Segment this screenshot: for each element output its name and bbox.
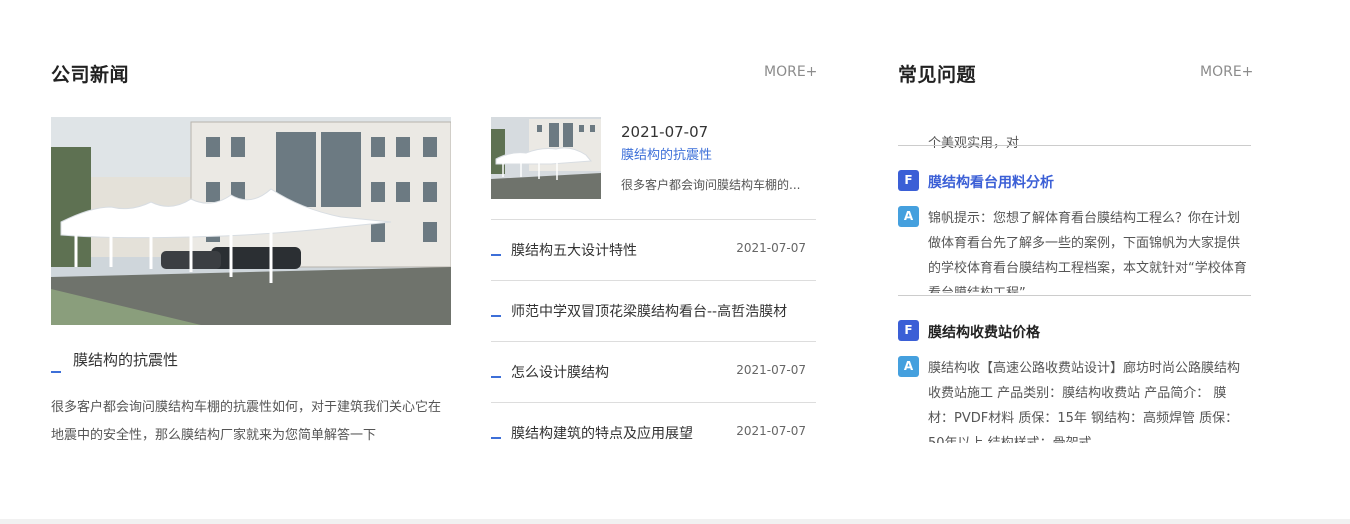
question-badge: F xyxy=(898,170,919,191)
top-news-date: 2021-07-07 xyxy=(621,123,709,141)
faq-question-text[interactable]: 膜结构看台用料分析 xyxy=(928,172,1054,192)
news-item-title[interactable]: 膜结构建筑的特点及应用展望 xyxy=(511,423,693,443)
faq-answer: A 膜结构收【高速公路收费站设计】廊坊时尚公路膜结构收费站施工 产品类别：膜结构… xyxy=(898,356,1251,443)
faq-more-link[interactable]: MORE+ xyxy=(1200,64,1253,80)
faq-section-title: 常见问题 xyxy=(898,64,977,86)
news-section-title: 公司新闻 xyxy=(51,64,130,86)
footer-divider xyxy=(0,519,1350,524)
top-news-summary: 很多客户都会询问膜结构车棚的... xyxy=(621,178,801,192)
faq-divider xyxy=(898,145,1251,146)
news-item-date: 2021-07-07 xyxy=(736,424,806,438)
list-dash-marker xyxy=(491,437,501,439)
news-list-item[interactable]: 膜结构五大设计特性 2021-07-07 xyxy=(491,220,816,281)
faq-answer-text: 膜结构收【高速公路收费站设计】廊坊时尚公路膜结构收费站施工 产品类别：膜结构收费… xyxy=(928,361,1241,443)
top-news-card[interactable]: 2021-07-07 膜结构的抗震性 很多客户都会询问膜结构车棚的... xyxy=(491,117,816,220)
news-list: 膜结构五大设计特性 2021-07-07 师范中学双冒顶花梁膜结构看台--高哲浩… xyxy=(491,220,816,464)
question-badge: F xyxy=(898,320,919,341)
news-item-date: 2021-07-07 xyxy=(736,241,806,255)
faq-scroll-area[interactable]: 个美观实用，对 F 膜结构看台用料分析 A 锦帆提示：您想了解体育看台膜结构工程… xyxy=(898,117,1251,443)
news-item-title[interactable]: 师范中学双冒顶花梁膜结构看台--高哲浩膜材 xyxy=(511,301,787,321)
faq-partial-text: 个美观实用，对 xyxy=(928,136,1020,151)
list-dash-marker xyxy=(491,254,501,256)
featured-news-image[interactable] xyxy=(51,117,451,325)
featured-news-description: 很多客户都会询问膜结构车棚的抗震性如何，对于建筑我们关心它在地震中的安全性，那么… xyxy=(51,400,442,443)
faq-question-text[interactable]: 膜结构收费站价格 xyxy=(928,322,1040,342)
news-more-link[interactable]: MORE+ xyxy=(764,64,817,80)
answer-badge: A xyxy=(898,356,919,377)
top-news-title[interactable]: 膜结构的抗震性 xyxy=(621,144,712,163)
news-item-title[interactable]: 怎么设计膜结构 xyxy=(511,362,609,382)
news-item-title[interactable]: 膜结构五大设计特性 xyxy=(511,240,637,260)
featured-news-title-text[interactable]: 膜结构的抗震性 xyxy=(73,351,178,369)
title-dash-marker xyxy=(51,371,61,373)
news-item-date: 2021-07-07 xyxy=(736,363,806,377)
list-dash-marker xyxy=(491,376,501,378)
faq-divider xyxy=(898,295,1251,296)
faq-answer-text: 锦帆提示：您想了解体育看台膜结构工程么？你在计划做体育看台先了解多一些的案例，下… xyxy=(928,211,1247,293)
top-news-thumbnail[interactable] xyxy=(491,117,601,199)
news-list-item[interactable]: 师范中学双冒顶花梁膜结构看台--高哲浩膜材 xyxy=(491,281,816,342)
news-list-item[interactable]: 怎么设计膜结构 2021-07-07 xyxy=(491,342,816,403)
faq-answer: A 锦帆提示：您想了解体育看台膜结构工程么？你在计划做体育看台先了解多一些的案例… xyxy=(898,206,1251,293)
featured-news-title[interactable]: 膜结构的抗震性 xyxy=(51,349,451,373)
news-list-item[interactable]: 膜结构建筑的特点及应用展望 2021-07-07 xyxy=(491,403,816,464)
answer-badge: A xyxy=(898,206,919,227)
list-dash-marker xyxy=(491,315,501,317)
